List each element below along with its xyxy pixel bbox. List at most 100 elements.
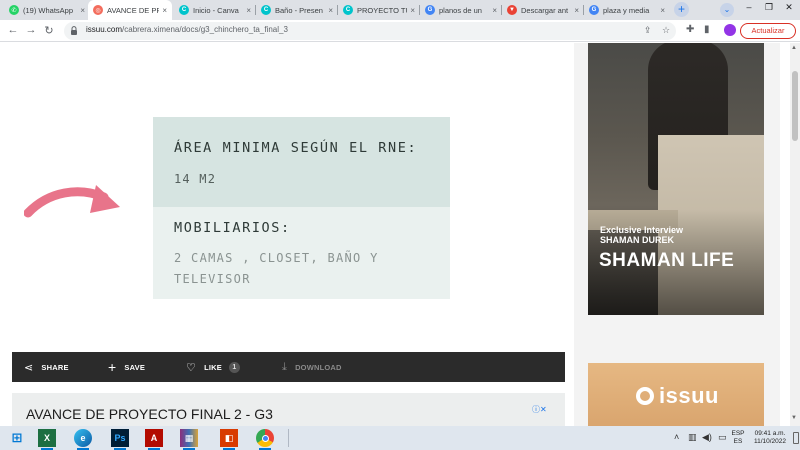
promo-name: SHAMAN DUREK bbox=[600, 235, 674, 245]
page-scrollbar[interactable]: ▲ ▼ bbox=[790, 43, 800, 426]
tab-bano-presentacion[interactable]: C Baño - Presen × bbox=[256, 0, 338, 20]
issuu-promo[interactable]: issuu bbox=[588, 363, 764, 426]
extensions-puzzle-icon[interactable]: ✚ bbox=[686, 24, 694, 35]
canva-icon: C bbox=[261, 5, 271, 15]
like-count-badge: 1 bbox=[228, 361, 240, 373]
side-panel-icon[interactable]: ▮ bbox=[704, 24, 710, 35]
input-language[interactable]: ESP ES bbox=[730, 430, 746, 446]
close-icon[interactable]: × bbox=[410, 6, 415, 15]
tab-proyecto[interactable]: C PROYECTO TU × bbox=[338, 0, 420, 20]
like-label: LIKE bbox=[204, 362, 222, 372]
tab-title: Inicio - Canva bbox=[193, 5, 239, 15]
tab-title: (19) WhatsApp bbox=[23, 5, 74, 15]
adchoices-icon[interactable]: ⓘ✕ bbox=[532, 404, 547, 415]
network-icon[interactable]: ▥ bbox=[688, 432, 697, 443]
like-button[interactable]: ♡ LIKE 1 bbox=[186, 352, 240, 382]
edge-icon[interactable]: e bbox=[74, 429, 92, 450]
close-icon[interactable]: × bbox=[246, 6, 251, 15]
tab-search-button[interactable]: ⌄ bbox=[720, 3, 734, 17]
bookmark-star-icon[interactable]: ☆ bbox=[662, 25, 670, 36]
share-page-icon[interactable]: ⇪ bbox=[644, 25, 652, 36]
chrome-icon[interactable] bbox=[256, 429, 274, 450]
save-label: SAVE bbox=[124, 362, 146, 372]
tab-title: AVANCE DE PR bbox=[107, 5, 160, 15]
photoshop-icon[interactable]: Ps bbox=[111, 429, 129, 450]
save-button[interactable]: + SAVE bbox=[108, 352, 145, 382]
tab-title: PROYECTO TU bbox=[357, 5, 408, 15]
tab-title: planos de un bbox=[439, 5, 482, 15]
issuu-logo-text: issuu bbox=[659, 383, 719, 408]
update-chrome-button[interactable]: Actualizar bbox=[740, 23, 796, 39]
clock-date: 11/10/2022 bbox=[753, 438, 787, 445]
lock-icon bbox=[71, 26, 77, 35]
tab-whatsapp[interactable]: ✆ (19) WhatsApp × bbox=[4, 0, 90, 20]
tab-avance-de-proyecto[interactable]: ◎ AVANCE DE PR × bbox=[88, 0, 172, 20]
canva-icon: C bbox=[343, 5, 353, 15]
download-label: DOWNLOAD bbox=[295, 362, 342, 372]
tab-planos[interactable]: G planos de un × bbox=[420, 0, 502, 20]
google-icon: G bbox=[589, 5, 599, 15]
scroll-thumb[interactable] bbox=[792, 71, 798, 141]
restore-button[interactable]: ❐ bbox=[760, 2, 778, 13]
download-site-icon: ▼ bbox=[507, 5, 517, 15]
close-icon[interactable]: × bbox=[574, 6, 579, 15]
acrobat-icon[interactable]: A bbox=[145, 429, 163, 450]
scroll-down-arrow-icon[interactable]: ▼ bbox=[791, 415, 797, 421]
back-button[interactable]: ← bbox=[6, 24, 20, 36]
new-tab-button[interactable]: + bbox=[674, 2, 689, 17]
url-text: issuu.com/cabrera.ximena/docs/g3_chinche… bbox=[86, 25, 288, 34]
share-button[interactable]: ⋖ SHARE bbox=[24, 352, 69, 382]
minimize-button[interactable]: – bbox=[740, 2, 758, 12]
chevron-up-icon[interactable]: ˄ bbox=[674, 432, 679, 442]
area-value: 14 M2 bbox=[174, 172, 217, 186]
excel-icon[interactable]: X bbox=[38, 429, 56, 450]
document-page-card: ÁREA MINIMA SEGÚN EL RNE: 14 M2 MOBILIAR… bbox=[153, 117, 450, 299]
tab-title: plaza y media bbox=[603, 5, 650, 15]
volume-icon[interactable]: ◀) bbox=[702, 432, 712, 443]
google-icon: G bbox=[425, 5, 435, 15]
download-icon: ⤓ bbox=[282, 360, 288, 373]
pink-arrow-decoration bbox=[24, 185, 120, 218]
close-icon[interactable]: × bbox=[660, 6, 665, 15]
reload-button[interactable]: ↻ bbox=[42, 24, 56, 37]
document-title: AVANCE DE PROYECTO FINAL 2 - G3 bbox=[26, 406, 273, 422]
document-title-banner[interactable]: AVANCE DE PROYECTO FINAL 2 - G3 ⓘ✕ bbox=[12, 393, 565, 426]
whatsapp-icon: ✆ bbox=[9, 5, 19, 15]
browser-tab-strip: ✆ (19) WhatsApp × ◎ AVANCE DE PR × C Ini… bbox=[0, 0, 800, 20]
canva-icon: C bbox=[179, 5, 189, 15]
area-section: ÁREA MINIMA SEGÚN EL RNE: 14 M2 bbox=[153, 117, 450, 207]
language-code: ESP bbox=[731, 430, 745, 437]
close-icon[interactable]: × bbox=[492, 6, 497, 15]
close-icon[interactable]: × bbox=[328, 6, 333, 15]
scroll-up-arrow-icon[interactable]: ▲ bbox=[791, 45, 797, 51]
tab-canva-inicio[interactable]: C Inicio - Canva × bbox=[174, 0, 256, 20]
heart-icon: ♡ bbox=[186, 361, 197, 374]
promo-headline: SHAMAN LIFE bbox=[599, 250, 735, 271]
tab-title: Baño - Presen bbox=[275, 5, 323, 15]
close-icon[interactable]: × bbox=[80, 6, 85, 15]
taskbar-divider bbox=[288, 429, 289, 447]
windows-taskbar: ⊞ X e Ps A ▦ ◧ ˄ ▥ ◀) ▭ ESP ES 09:41 a.m… bbox=[0, 426, 800, 450]
forward-button[interactable]: → bbox=[24, 24, 38, 36]
office-icon[interactable]: ◧ bbox=[220, 429, 238, 450]
download-button[interactable]: ⤓ DOWNLOAD bbox=[282, 352, 342, 382]
windows-start-icon[interactable]: ⊞ bbox=[8, 429, 26, 447]
browser-toolbar: ← → ↻ issuu.com/cabrera.ximena/docs/g3_c… bbox=[0, 20, 800, 42]
share-icon: ⋖ bbox=[24, 361, 34, 374]
tab-descargar[interactable]: ▼ Descargar ant × bbox=[502, 0, 584, 20]
shaman-life-promo[interactable]: Exclusive Interview SHAMAN DUREK SHAMAN … bbox=[588, 43, 764, 315]
close-window-button[interactable]: ✕ bbox=[780, 2, 798, 13]
tab-title: Descargar ant bbox=[521, 5, 569, 15]
clock-time: 09:41 a.m. bbox=[754, 430, 786, 437]
issuu-icon: ◎ bbox=[93, 5, 103, 15]
profile-avatar[interactable] bbox=[724, 24, 736, 36]
address-bar[interactable]: issuu.com/cabrera.ximena/docs/g3_chinche… bbox=[64, 22, 676, 40]
notifications-icon[interactable] bbox=[793, 432, 799, 444]
area-heading: ÁREA MINIMA SEGÚN EL RNE: bbox=[174, 140, 418, 156]
battery-icon[interactable]: ▭ bbox=[718, 432, 727, 443]
system-clock[interactable]: 09:41 a.m. 11/10/2022 bbox=[750, 430, 790, 446]
close-icon[interactable]: × bbox=[162, 6, 167, 15]
tab-plaza[interactable]: G plaza y media × bbox=[584, 0, 670, 20]
winrar-icon[interactable]: ▦ bbox=[180, 429, 198, 450]
document-action-bar: ⋖ SHARE + SAVE ♡ LIKE 1 ⤓ DOWNLOAD bbox=[12, 352, 565, 382]
